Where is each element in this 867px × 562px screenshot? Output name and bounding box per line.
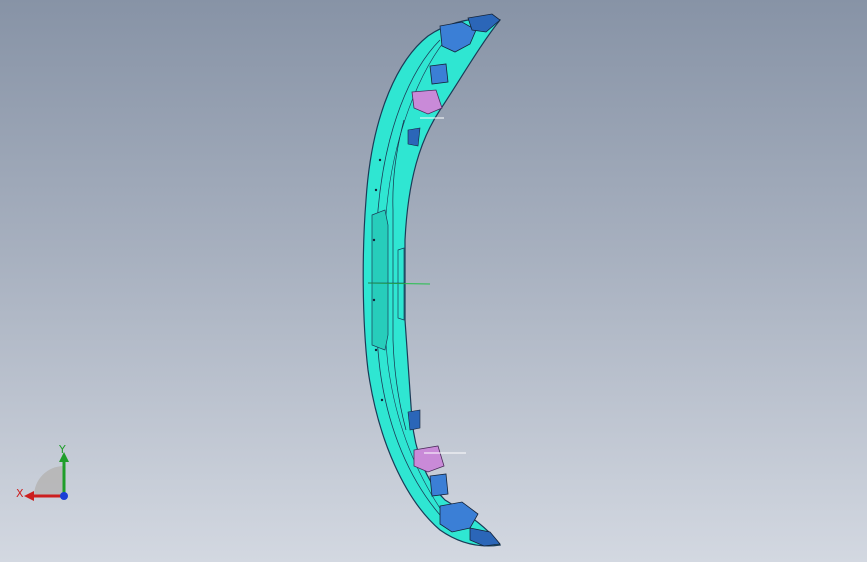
- x-axis-label: X: [16, 487, 24, 500]
- axis-triad: X Y: [12, 440, 82, 510]
- center-recess: [371, 209, 389, 351]
- triad-plane-icon: [34, 466, 64, 496]
- y-axis-label: Y: [59, 443, 66, 456]
- graphics-viewport[interactable]: X Y: [0, 0, 867, 562]
- z-axis-dot: [60, 492, 68, 500]
- bumper-model[interactable]: [0, 0, 867, 562]
- x-arrowhead-icon: [24, 491, 34, 501]
